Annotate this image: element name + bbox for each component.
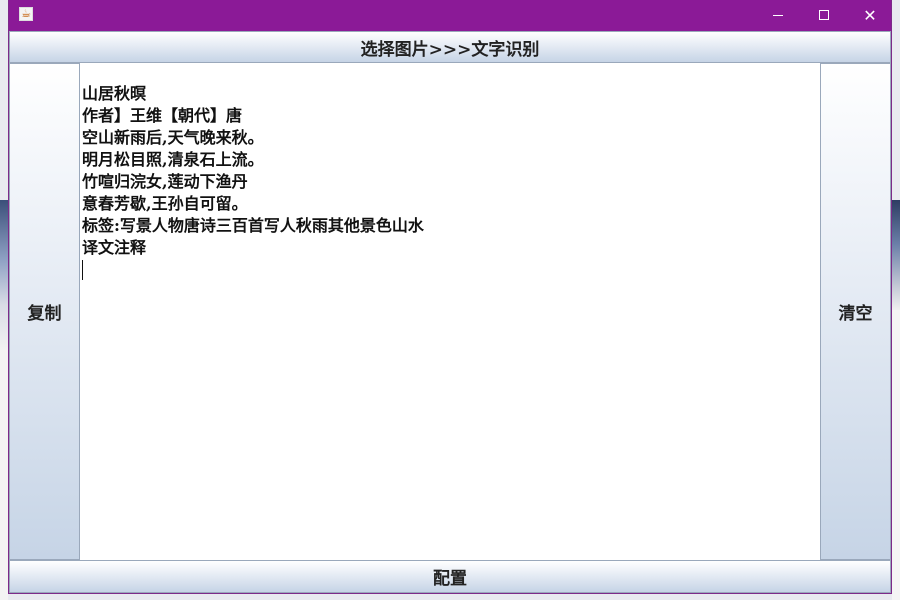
app-window: ☕ ✕ 选择图片>>>文字识别 复制 山居秋暝作者】王维【朝代】唐空山新雨后,天…	[8, 0, 892, 594]
ocr-result-textarea[interactable]: 山居秋暝作者】王维【朝代】唐空山新雨后,天气晚来秋。 明月松目照,清泉石上流。 竹喧…	[80, 63, 820, 560]
text-line: 标签:写景人物唐诗三百首写人秋雨其他景色山水	[82, 216, 424, 235]
text-line: 竹喧归浣女,莲动下渔丹	[82, 172, 248, 191]
text-line: 译文注释	[82, 238, 147, 257]
minimize-icon	[773, 15, 783, 16]
clear-button[interactable]: 清空	[820, 63, 891, 560]
close-button[interactable]: ✕	[847, 0, 893, 31]
close-icon: ✕	[863, 6, 877, 25]
desktop-background-right	[892, 200, 900, 310]
config-button[interactable]: 配置	[9, 560, 891, 593]
desktop-background-left-lower	[0, 350, 8, 600]
copy-button[interactable]: 复制	[9, 63, 80, 560]
title-bar[interactable]: ☕ ✕	[9, 0, 891, 31]
desktop-background-right-lower	[892, 310, 900, 600]
select-image-ocr-button[interactable]: 选择图片>>>文字识别	[9, 31, 891, 63]
text-caret	[82, 260, 83, 280]
desktop-background-left	[0, 200, 8, 350]
text-line: 空山新雨后,天气晚来秋。	[82, 128, 264, 147]
text-line: 意春芳歇,王孙自可留。	[82, 194, 248, 213]
minimize-button[interactable]	[755, 0, 801, 31]
text-line: 明月松目照,清泉石上流。	[82, 150, 264, 169]
maximize-button[interactable]	[801, 0, 847, 31]
text-line: 作者】王维【朝代】唐	[82, 106, 243, 125]
maximize-icon	[819, 10, 829, 20]
text-line: 山居秋暝	[82, 84, 147, 103]
java-cup-icon[interactable]: ☕	[19, 7, 33, 21]
